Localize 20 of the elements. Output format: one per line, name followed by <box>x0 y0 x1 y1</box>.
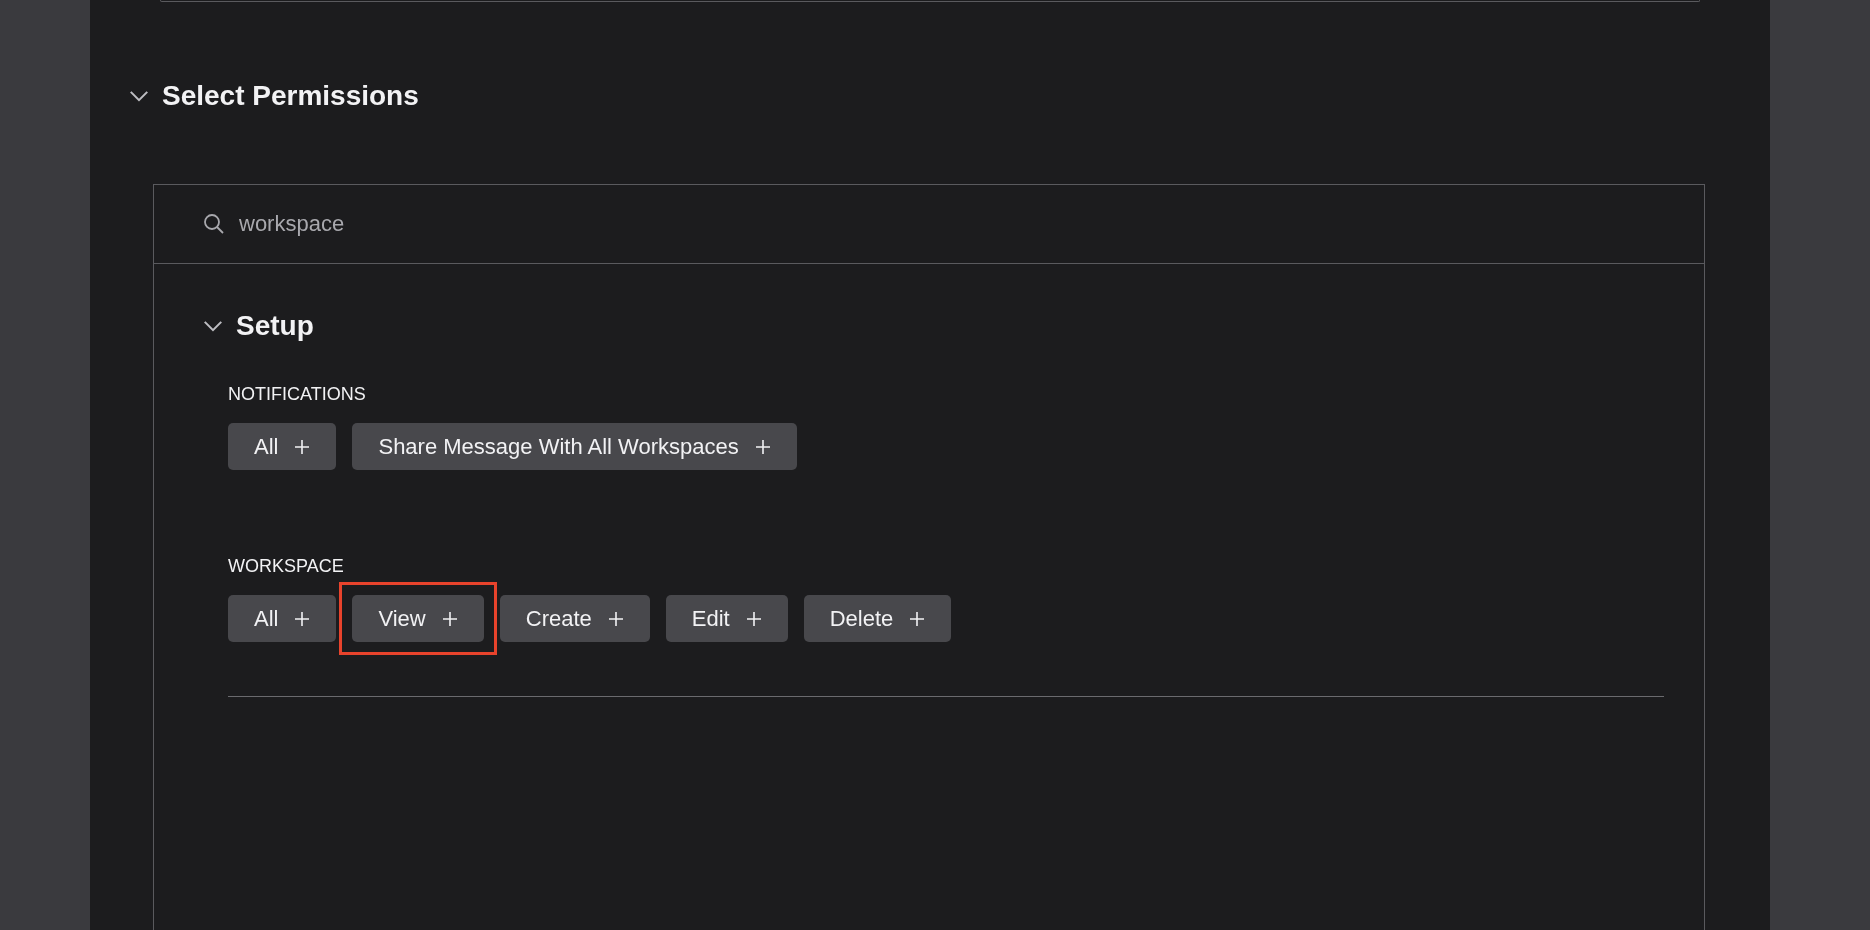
category-label: WORKSPACE <box>228 556 344 577</box>
plus-icon <box>294 610 311 627</box>
search-icon <box>203 213 225 235</box>
search-field[interactable]: workspace <box>239 211 639 237</box>
permission-chip[interactable]: Edit <box>665 595 788 642</box>
permission-chip[interactable]: Create <box>499 595 650 642</box>
category-label: NOTIFICATIONS <box>228 384 366 405</box>
permission-chip[interactable]: View <box>352 595 484 642</box>
permission-chip[interactable]: All <box>228 595 337 642</box>
permission-chip[interactable]: Share Message With All Workspaces <box>352 423 797 470</box>
plus-icon <box>909 610 926 627</box>
permission-chip[interactable]: Delete <box>803 595 952 642</box>
plus-icon <box>294 438 311 455</box>
plus-icon <box>607 610 624 627</box>
plus-icon <box>441 610 458 627</box>
section-title: Select Permissions <box>162 80 419 112</box>
plus-icon <box>745 610 762 627</box>
plus-icon <box>754 438 771 455</box>
group-title: Setup <box>236 310 314 342</box>
permission-chip[interactable]: All <box>228 423 337 470</box>
